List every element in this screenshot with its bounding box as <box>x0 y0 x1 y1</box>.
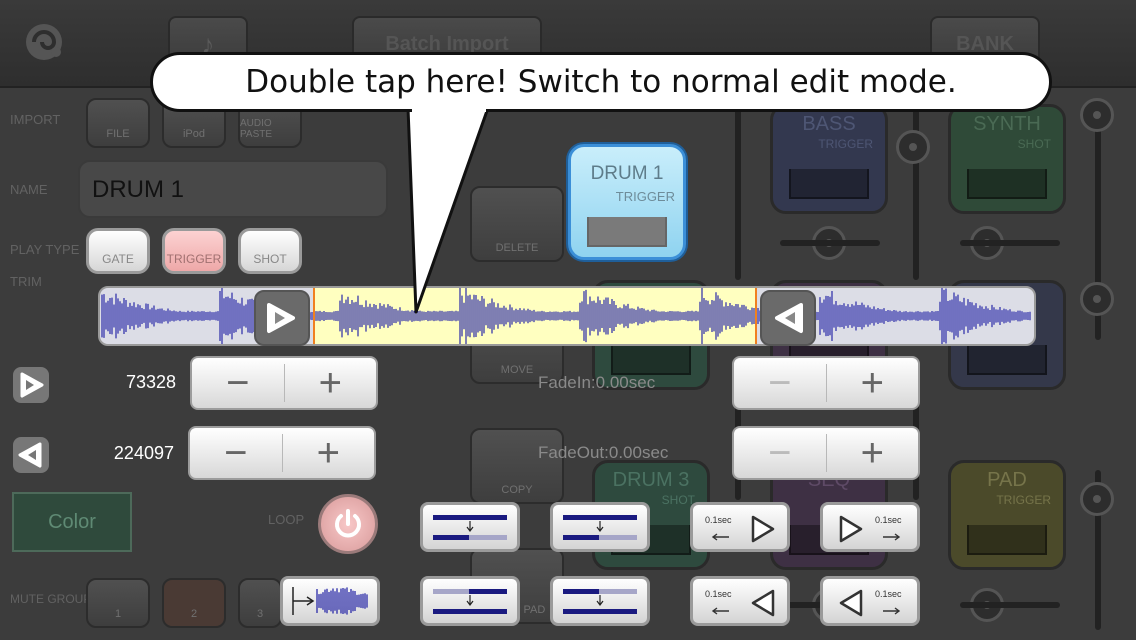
play-left-icon <box>775 303 803 333</box>
nudge-end-left-button[interactable]: 0.1sec <box>690 576 790 626</box>
decrement-button[interactable]: − <box>734 358 826 408</box>
name-field[interactable]: DRUM 1 <box>78 160 388 218</box>
pad-name: SYNTH <box>973 113 1041 135</box>
play-type-trigger-button[interactable]: TRIGGER <box>162 228 226 274</box>
end-marker-icon <box>12 436 50 474</box>
fade-out-stepper[interactable]: − + <box>732 426 920 480</box>
fade-out-shape-1-button[interactable] <box>420 576 520 626</box>
decrement-button[interactable]: − <box>190 428 282 478</box>
trim-end-value: 224097 <box>113 443 174 463</box>
color-button[interactable]: Color <box>12 492 132 552</box>
pad-level-bar <box>967 345 1047 375</box>
pad-synth[interactable]: SYNTH SHOT <box>948 104 1066 214</box>
pad-type: SHOT <box>661 493 695 507</box>
play-type-shot-button[interactable]: SHOT <box>238 228 302 274</box>
pan-slider[interactable] <box>960 602 1060 608</box>
fade-out-label: FadeOut:0.00sec <box>538 443 669 462</box>
fade-line-icon <box>563 589 637 614</box>
loop-toggle[interactable] <box>318 494 378 554</box>
trim-label: TRIM <box>10 274 42 289</box>
mute-group-1[interactable]: 1 <box>86 578 150 628</box>
start-marker-icon <box>12 366 50 404</box>
increment-button[interactable]: + <box>283 428 375 478</box>
copy-button[interactable]: COPY <box>470 428 564 504</box>
name-label: NAME <box>10 182 48 197</box>
decrement-button[interactable]: − <box>734 428 826 478</box>
power-icon <box>335 509 361 538</box>
volume-slider[interactable] <box>913 100 919 280</box>
trim-start-stepper[interactable]: − + <box>190 356 378 410</box>
play-right-icon <box>267 303 295 333</box>
knob[interactable] <box>1080 98 1114 132</box>
selected-pad-drum-1[interactable]: DRUM 1 TRIGGER <box>568 144 686 260</box>
fade-in-label: FadeIn:0.00sec <box>538 373 656 392</box>
swirl-logo-icon[interactable] <box>22 18 70 66</box>
tooltip-text: Double tap here! Switch to normal edit m… <box>245 64 957 100</box>
pan-slider[interactable] <box>960 240 1060 246</box>
delete-button[interactable]: DELETE <box>470 186 564 262</box>
trim-end-stepper[interactable]: − + <box>188 426 376 480</box>
tooltip-bubble[interactable]: Double tap here! Switch to normal edit m… <box>150 52 1052 112</box>
mute-group-2[interactable]: 2 <box>162 578 226 628</box>
tooltip-joint <box>412 106 486 112</box>
knob[interactable] <box>1080 482 1114 516</box>
fade-line-icon <box>433 515 507 540</box>
nudge-start-right-button[interactable]: 0.1sec <box>820 502 920 552</box>
nudge-end-right-button[interactable]: 0.1sec <box>820 576 920 626</box>
pad-type: SHOT <box>1017 137 1051 151</box>
import-label: IMPORT <box>10 112 61 127</box>
increment-button[interactable]: + <box>827 358 919 408</box>
nudge-left-icon <box>711 515 775 543</box>
nudge-start-left-button[interactable]: 0.1sec <box>690 502 790 552</box>
fade-in-shape-1-button[interactable] <box>420 502 520 552</box>
decrement-button[interactable]: − <box>192 358 284 408</box>
mute-group-3[interactable]: 3 <box>238 578 282 628</box>
trim-start-value: 73328 <box>125 372 176 392</box>
waveform-trim-area[interactable] <box>98 286 1036 346</box>
waveform-graphic <box>101 288 1031 344</box>
volume-slider[interactable] <box>735 100 741 280</box>
selected-pad-type: TRIGGER <box>615 189 675 204</box>
pad-pad[interactable]: PAD TRIGGER <box>948 460 1066 570</box>
knob[interactable] <box>896 130 930 164</box>
trim-end-marker <box>755 288 757 344</box>
pad-name: DRUM 3 <box>612 469 690 491</box>
knob[interactable] <box>1080 282 1114 316</box>
pad-name: BASS <box>802 113 856 135</box>
selected-pad-level-bar <box>587 217 667 247</box>
fade-in-shape-2-button[interactable] <box>550 502 650 552</box>
trim-end-handle[interactable] <box>760 290 816 346</box>
import-file-button[interactable]: FILE <box>86 98 150 148</box>
name-value: DRUM 1 <box>92 176 185 203</box>
loop-label: LOOP <box>268 512 305 527</box>
fade-in-stepper[interactable]: − + <box>732 356 920 410</box>
pad-bass[interactable]: BASS TRIGGER <box>770 104 888 214</box>
selected-pad-name: DRUM 1 <box>590 163 664 184</box>
nudge-right-icon <box>839 589 901 617</box>
trim-start-marker <box>313 288 315 344</box>
fade-line-icon <box>563 515 637 540</box>
waveform-thumb-icon <box>292 587 368 615</box>
normalize-waveform-button[interactable] <box>280 576 380 626</box>
play-type-gate-button[interactable]: GATE <box>86 228 150 274</box>
fade-line-icon <box>433 589 507 614</box>
pad-type: TRIGGER <box>996 493 1051 507</box>
pad-name: PAD <box>987 469 1027 491</box>
fade-out-shape-2-button[interactable] <box>550 576 650 626</box>
increment-button[interactable]: + <box>285 358 377 408</box>
nudge-right-icon <box>839 515 901 543</box>
play-type-label: PLAY TYPE <box>10 242 80 257</box>
pad-type: TRIGGER <box>818 137 873 151</box>
mute-group-label: MUTE GROUP <box>10 592 92 606</box>
nudge-left-icon <box>711 589 775 617</box>
pan-slider[interactable] <box>780 240 880 246</box>
pad-level-bar <box>789 169 869 199</box>
pad-level-bar <box>967 525 1047 555</box>
pad-level-bar <box>967 169 1047 199</box>
trim-start-handle[interactable] <box>254 290 310 346</box>
increment-button[interactable]: + <box>827 428 919 478</box>
pad-level-bar <box>611 345 691 375</box>
